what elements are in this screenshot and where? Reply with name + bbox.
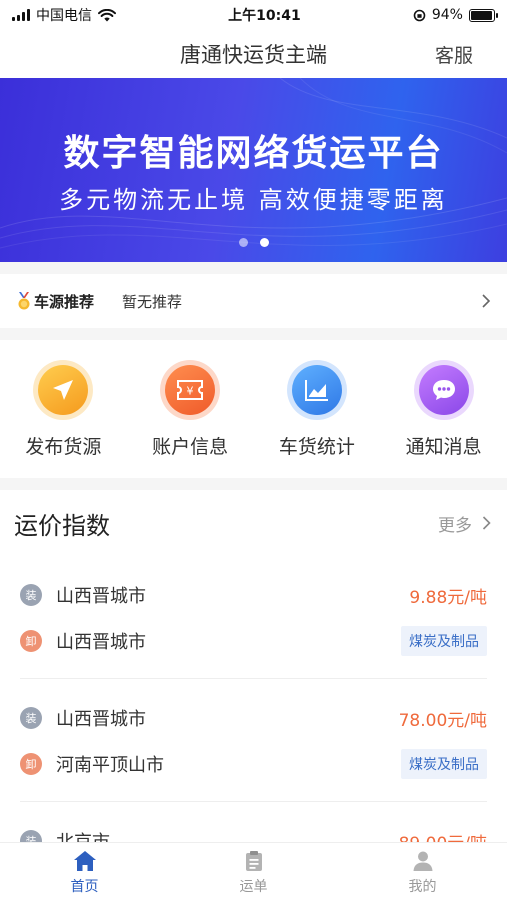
menu-cargo-statistics[interactable]: 车货统计 bbox=[254, 340, 381, 478]
tab-home[interactable]: 首页 bbox=[0, 843, 169, 900]
recommendation-label: 车源推荐 bbox=[34, 292, 95, 311]
chevron-right-icon bbox=[482, 516, 491, 530]
menu-label: 车货统计 bbox=[278, 436, 355, 458]
battery-icon bbox=[468, 8, 498, 22]
route-load-row: 装 山西晋城市 78.00元/吨 bbox=[20, 695, 487, 741]
vehicle-recommendation-bar[interactable]: 车源推荐 暂无推荐 bbox=[0, 274, 507, 328]
menu-label: 发布货源 bbox=[25, 436, 102, 458]
freight-price: 89.00元/吨 bbox=[399, 829, 487, 843]
freight-route-item[interactable]: 装 山西晋城市 9.88元/吨 卸 山西晋城市 煤炭及制品 bbox=[20, 556, 487, 679]
clock: 上午10:41 bbox=[228, 8, 301, 24]
freight-route-item[interactable]: 装 山西晋城市 78.00元/吨 卸 河南平顶山市 煤炭及制品 bbox=[20, 685, 487, 802]
carrier-label: 中国电信 bbox=[36, 8, 92, 24]
home-icon bbox=[73, 851, 96, 871]
svg-text:¥: ¥ bbox=[187, 385, 194, 398]
load-tag: 装 bbox=[20, 584, 42, 606]
freight-index-section: 运价指数 更多 装 山西晋城市 9.88元/吨 卸 山西晋城市 煤炭及制品 装 … bbox=[0, 490, 507, 842]
unload-tag: 卸 bbox=[20, 753, 42, 775]
route-unload-row: 卸 河南平顶山市 煤炭及制品 bbox=[20, 741, 487, 787]
chevron-right-icon bbox=[482, 294, 491, 308]
person-icon bbox=[413, 851, 432, 871]
destination-city: 河南平顶山市 bbox=[56, 755, 164, 776]
menu-label: 账户信息 bbox=[152, 436, 229, 458]
chart-icon bbox=[286, 360, 347, 420]
promo-banner[interactable]: 数字智能网络货运平台 多元物流无止境 高效便捷零距离 bbox=[0, 78, 507, 262]
tab-label: 我的 bbox=[408, 879, 437, 895]
wifi-icon bbox=[98, 8, 116, 21]
tab-mine[interactable]: 我的 bbox=[338, 843, 507, 900]
medal-icon bbox=[18, 292, 30, 310]
more-label: 更多 bbox=[438, 515, 472, 536]
status-left: 中国电信 bbox=[12, 5, 116, 25]
ticket-yen-icon: ¥ bbox=[160, 360, 221, 420]
freight-price: 9.88元/吨 bbox=[409, 587, 487, 608]
tab-label: 运单 bbox=[239, 879, 268, 895]
load-tag: 装 bbox=[20, 707, 42, 729]
message-icon bbox=[413, 360, 474, 420]
send-icon bbox=[33, 360, 94, 420]
load-tag: 装 bbox=[20, 830, 42, 842]
customer-service-button[interactable]: 客服 bbox=[435, 41, 473, 68]
tab-orders[interactable]: 运单 bbox=[169, 843, 338, 900]
route-unload-row: 卸 山西晋城市 煤炭及制品 bbox=[20, 618, 487, 664]
orientation-lock-icon bbox=[413, 9, 426, 21]
origin-city: 山西晋城市 bbox=[56, 586, 146, 607]
route-load-row: 装 山西晋城市 9.88元/吨 bbox=[20, 572, 487, 618]
carousel-dot-active[interactable] bbox=[259, 238, 269, 247]
clipboard-icon bbox=[245, 851, 262, 871]
menu-account-info[interactable]: ¥ 账户信息 bbox=[127, 340, 254, 478]
banner-headline: 数字智能网络货运平台 bbox=[63, 133, 444, 174]
recommendation-value: 暂无推荐 bbox=[122, 292, 183, 311]
destination-city: 山西晋城市 bbox=[56, 632, 146, 653]
status-bar: 中国电信 上午10:41 94% bbox=[0, 0, 507, 30]
freight-index-header: 运价指数 更多 bbox=[0, 490, 507, 556]
carousel-dots[interactable] bbox=[0, 238, 507, 247]
freight-route-item[interactable]: 装 北京市 89.00元/吨 bbox=[20, 808, 487, 842]
menu-label: 通知消息 bbox=[405, 436, 482, 458]
status-right: 94% bbox=[413, 7, 498, 23]
cargo-type-badge: 煤炭及制品 bbox=[401, 626, 487, 656]
unload-tag: 卸 bbox=[20, 630, 42, 652]
quick-menu: 发布货源 ¥ 账户信息 车货统计 通知消息 bbox=[0, 340, 507, 478]
more-link[interactable]: 更多 bbox=[438, 511, 491, 536]
menu-notifications[interactable]: 通知消息 bbox=[380, 340, 507, 478]
banner-subline: 多元物流无止境 高效便捷零距离 bbox=[59, 186, 448, 214]
section-title: 运价指数 bbox=[14, 511, 110, 540]
app-header: 唐通快运货主端 客服 bbox=[0, 30, 507, 78]
route-load-row: 装 北京市 89.00元/吨 bbox=[20, 818, 487, 842]
menu-publish-cargo[interactable]: 发布货源 bbox=[0, 340, 127, 478]
cargo-type-badge: 煤炭及制品 bbox=[401, 749, 487, 779]
origin-city: 北京市 bbox=[56, 828, 399, 842]
page-title: 唐通快运货主端 bbox=[180, 43, 327, 67]
carousel-dot[interactable] bbox=[238, 238, 248, 247]
battery-percent: 94% bbox=[431, 7, 463, 23]
bottom-tab-bar: 首页 运单 我的 bbox=[0, 842, 507, 900]
signal-icon bbox=[12, 9, 30, 21]
tab-label: 首页 bbox=[70, 879, 99, 895]
origin-city: 山西晋城市 bbox=[56, 709, 146, 730]
freight-price: 78.00元/吨 bbox=[398, 710, 487, 731]
